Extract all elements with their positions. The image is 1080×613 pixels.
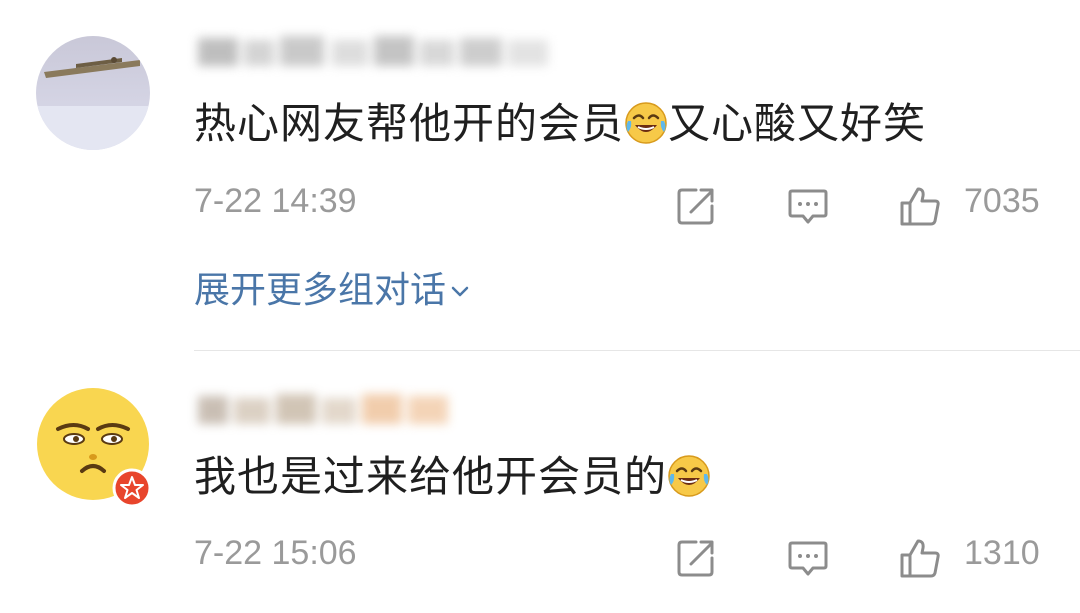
thumbs-up-icon[interactable] [898,184,942,228]
laugh-cry-emoji [667,454,711,498]
share-icon[interactable] [674,184,718,228]
comment-icon[interactable] [786,184,830,228]
comment-text-part: 又心酸又好笑 [668,99,927,148]
comment-item: 热心网友帮他开的会员 又心酸又好笑 7-22 14:39 7035 展开更多组对… [0,0,1080,350]
timestamp: 7-22 15:06 [194,534,357,572]
thumbs-up-icon[interactable] [898,536,942,580]
expand-conversation-label: 展开更多组对话 [194,270,447,311]
username-blurred[interactable] [194,32,554,72]
comment-item: 我也是过来给他开会员的 7-22 15:06 1310 [0,351,1080,613]
like-count[interactable]: 1310 [964,534,1040,573]
expand-conversation-link[interactable]: 展开更多组对话 [194,261,470,313]
chevron-down-icon [451,286,469,297]
comment-text-part: 我也是过来给他开会员的 [194,452,668,501]
like-count[interactable]: 7035 [964,182,1040,221]
comment-text: 热心网友帮他开的会员 又心酸又好笑 [194,94,926,154]
laugh-cry-emoji [624,101,668,145]
timestamp: 7-22 14:39 [194,182,357,220]
comment-meta: 7-22 15:06 1310 [194,532,1054,582]
username-blurred[interactable] [194,390,454,430]
verified-badge-icon [112,468,152,508]
avatar[interactable] [36,36,150,150]
share-icon[interactable] [674,536,718,580]
comment-text: 我也是过来给他开会员的 [194,447,711,507]
comment-meta: 7-22 14:39 7035 [194,180,1054,230]
comment-icon[interactable] [786,536,830,580]
comment-text-part: 热心网友帮他开的会员 [194,99,625,148]
